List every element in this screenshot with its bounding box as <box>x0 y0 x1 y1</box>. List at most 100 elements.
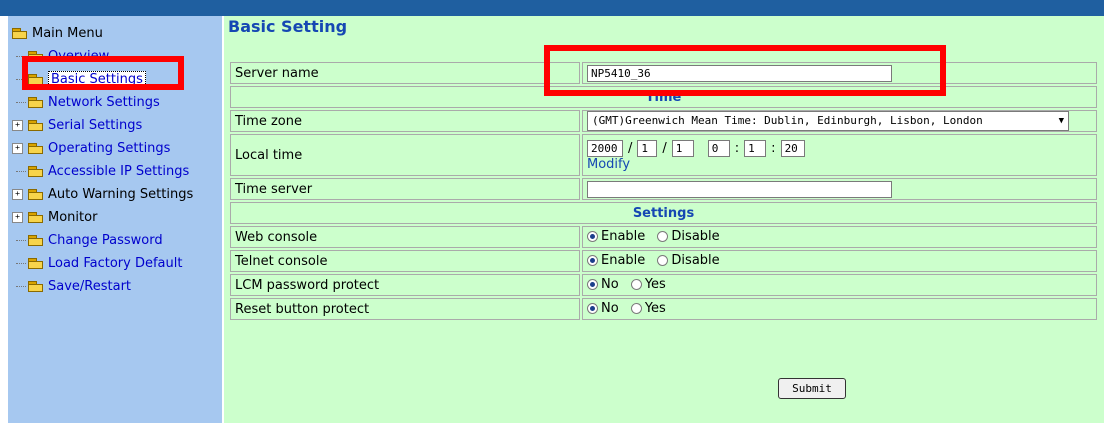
local-time-cell: / / : : Modify <box>582 134 1097 176</box>
lcm-password-no-radio[interactable]: No <box>587 277 619 292</box>
radio-label: No <box>601 276 619 292</box>
month-input[interactable] <box>637 140 658 157</box>
time-zone-cell: (GMT)Greenwich Mean Time: Dublin, Edinbu… <box>582 110 1097 132</box>
sidebar-item-network-settings[interactable]: Network Settings <box>12 91 193 114</box>
folder-icon <box>28 235 43 246</box>
tree-line <box>16 240 26 241</box>
lcm-password-yes-radio[interactable]: Yes <box>630 276 666 292</box>
folder-icon <box>28 258 43 269</box>
folder-icon <box>28 143 43 154</box>
menu-root-label: Main Menu <box>32 26 103 41</box>
sidebar-item-label: Load Factory Default <box>48 256 183 271</box>
day-input[interactable] <box>671 140 694 157</box>
minute-input[interactable] <box>744 140 767 157</box>
sidebar-item-label: Overview <box>48 49 110 64</box>
expand-plus-icon[interactable]: + <box>12 212 23 223</box>
time-zone-value: (GMT)Greenwich Mean Time: Dublin, Edinbu… <box>592 114 983 127</box>
web-console-enable-radio[interactable]: Enable <box>587 229 645 244</box>
web-console-disable-radio[interactable]: Disable <box>657 228 720 244</box>
sidebar-item-label: Change Password <box>48 233 163 248</box>
form-row-telnet-console: Telnet console Enable Disable <box>230 250 1097 272</box>
reset-button-label: Reset button protect <box>230 298 580 320</box>
reset-button-no-radio[interactable]: No <box>587 301 619 316</box>
sidebar-item-overview[interactable]: Overview <box>12 45 193 68</box>
sidebar-item-label: Serial Settings <box>48 118 143 133</box>
form-row-reset-button: Reset button protect No Yes <box>230 298 1097 320</box>
sidebar-item-auto-warning[interactable]: + Auto Warning Settings <box>12 183 193 206</box>
form-row-lcm-password: LCM password protect No Yes <box>230 274 1097 296</box>
page-title: Basic Setting <box>228 17 348 36</box>
menu-root[interactable]: Main Menu <box>12 22 193 45</box>
time-separator: : <box>734 141 740 156</box>
expand-plus-icon[interactable]: + <box>12 189 23 200</box>
folder-icon <box>28 281 43 292</box>
folder-icon <box>28 212 43 223</box>
server-name-input[interactable] <box>587 64 892 82</box>
tree-line <box>16 56 26 57</box>
hour-input[interactable] <box>707 140 730 157</box>
date-separator: / <box>628 141 633 156</box>
web-console-label: Web console <box>230 226 580 248</box>
second-input[interactable] <box>780 140 805 157</box>
radio-label: Disable <box>671 252 720 268</box>
folder-icon <box>28 74 43 85</box>
radio-label: Yes <box>644 276 666 292</box>
radio-checked-icon <box>587 278 598 290</box>
submit-button[interactable]: Submit <box>778 378 846 399</box>
telnet-console-enable-radio[interactable]: Enable <box>587 253 645 268</box>
telnet-console-label: Telnet console <box>230 250 580 272</box>
tree-line <box>16 102 26 103</box>
radio-label: No <box>601 300 619 316</box>
menu-tree: Main Menu Overview Basic Settings Networ… <box>12 22 193 298</box>
sidebar-item-save-restart[interactable]: Save/Restart <box>12 275 193 298</box>
lcm-password-cell: No Yes <box>582 274 1097 296</box>
sidebar-item-operating-settings[interactable]: + Operating Settings <box>12 137 193 160</box>
expand-plus-icon[interactable]: + <box>12 143 23 154</box>
year-input[interactable] <box>587 140 623 157</box>
sidebar-item-label: Operating Settings <box>48 141 171 156</box>
form-row-time-server: Time server <box>230 178 1097 200</box>
time-separator: : <box>771 141 776 156</box>
time-server-label: Time server <box>230 178 580 200</box>
radio-unchecked-icon <box>630 278 642 290</box>
local-time-label: Local time <box>230 134 580 176</box>
sidebar-item-load-factory-default[interactable]: Load Factory Default <box>12 252 193 275</box>
radio-checked-icon <box>587 230 598 242</box>
modify-link[interactable]: Modify <box>587 157 1092 172</box>
sidebar-item-label: Network Settings <box>48 95 160 110</box>
form-row-web-console: Web console Enable Disable <box>230 226 1097 248</box>
settings-section-header: Settings <box>230 202 1097 224</box>
form-row-time-zone: Time zone (GMT)Greenwich Mean Time: Dubl… <box>230 110 1097 132</box>
time-zone-select[interactable]: (GMT)Greenwich Mean Time: Dublin, Edinbu… <box>587 111 1069 131</box>
sidebar-item-change-password[interactable]: Change Password <box>12 229 193 252</box>
sidebar-item-label: Auto Warning Settings <box>48 187 194 202</box>
sidebar-item-label: Basic Settings <box>48 71 146 88</box>
folder-icon <box>28 51 43 62</box>
telnet-console-disable-radio[interactable]: Disable <box>657 252 720 268</box>
time-zone-label: Time zone <box>230 110 580 132</box>
folder-icon <box>28 120 43 131</box>
form-row-server-name: Server name <box>230 62 1097 84</box>
tree-line <box>16 171 26 172</box>
chevron-down-icon: ▼ <box>1058 116 1064 126</box>
radio-label: Enable <box>601 252 646 268</box>
folder-icon <box>28 97 43 108</box>
sidebar-item-accessible-ip[interactable]: Accessible IP Settings <box>12 160 193 183</box>
expand-plus-icon[interactable]: + <box>12 120 23 131</box>
time-server-input[interactable] <box>587 180 892 198</box>
lcm-password-label: LCM password protect <box>230 274 580 296</box>
reset-button-yes-radio[interactable]: Yes <box>630 300 666 316</box>
radio-label: Yes <box>644 300 666 316</box>
sidebar-item-serial-settings[interactable]: + Serial Settings <box>12 114 193 137</box>
server-name-cell <box>582 62 1097 84</box>
telnet-console-cell: Enable Disable <box>582 250 1097 272</box>
radio-unchecked-icon <box>657 254 669 266</box>
radio-checked-icon <box>587 254 598 266</box>
settings-form: Server name Time Time zone (GMT)Greenwic… <box>228 60 1099 322</box>
sidebar-item-basic-settings[interactable]: Basic Settings <box>12 68 193 91</box>
radio-unchecked-icon <box>630 302 642 314</box>
tree-line <box>16 286 26 287</box>
time-section-header: Time <box>230 86 1097 108</box>
radio-label: Disable <box>671 228 720 244</box>
sidebar-item-monitor[interactable]: + Monitor <box>12 206 193 229</box>
